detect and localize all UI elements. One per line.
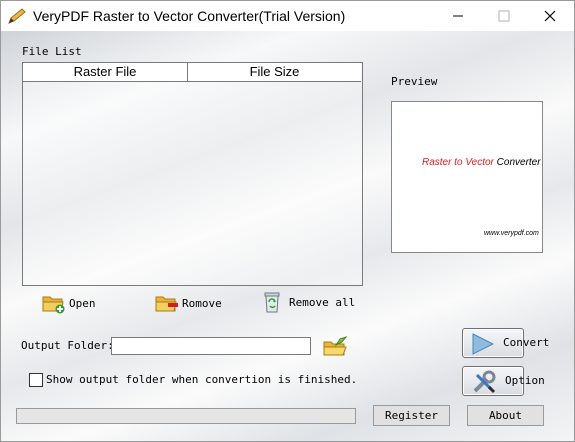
preview-url: www.verypdf.com bbox=[484, 230, 539, 237]
app-window: VeryPDF Raster to Vector Converter(Trial… bbox=[0, 0, 575, 442]
register-button[interactable]: Register bbox=[373, 405, 450, 426]
column-header-file-size[interactable]: File Size bbox=[188, 63, 361, 82]
preview-label: Preview bbox=[391, 75, 438, 88]
column-header-raster-file[interactable]: Raster File bbox=[23, 63, 188, 82]
about-button[interactable]: About bbox=[467, 405, 544, 426]
preview-caption-plain: Converter bbox=[496, 157, 541, 168]
convert-button[interactable]: Convert bbox=[462, 328, 549, 358]
browse-folder-button[interactable] bbox=[322, 335, 348, 361]
preview-caption-colored: Raster to Vector bbox=[422, 157, 494, 168]
tools-icon bbox=[473, 370, 496, 394]
remove-all-button[interactable]: Remove all bbox=[261, 290, 355, 314]
output-folder-input[interactable] bbox=[111, 337, 311, 355]
maximize-button[interactable] bbox=[481, 1, 527, 31]
minimize-icon bbox=[453, 15, 463, 17]
close-button[interactable] bbox=[527, 1, 573, 31]
remove-label: Romove bbox=[182, 296, 222, 310]
option-button[interactable]: Option bbox=[462, 366, 545, 396]
output-folder-label: Output Folder: bbox=[21, 339, 114, 352]
convert-play-icon bbox=[472, 333, 495, 355]
convert-label: Convert bbox=[503, 336, 550, 349]
minimize-button[interactable] bbox=[435, 1, 481, 31]
window-title: VeryPDF Raster to Vector Converter(Trial… bbox=[33, 8, 346, 24]
open-folder-icon bbox=[42, 296, 65, 314]
app-pen-icon bbox=[8, 8, 26, 24]
remove-folder-icon bbox=[155, 296, 178, 312]
recycle-bin-icon bbox=[264, 292, 280, 313]
title-bar: VeryPDF Raster to Vector Converter(Trial… bbox=[1, 1, 574, 31]
remove-button[interactable]: Romove bbox=[155, 292, 222, 314]
progress-bar bbox=[16, 408, 356, 424]
show-output-label: Show output folder when convertion is fi… bbox=[46, 373, 358, 386]
file-list-label: File List bbox=[22, 45, 82, 58]
browse-folder-icon bbox=[323, 335, 348, 356]
option-label: Option bbox=[505, 374, 545, 387]
open-button[interactable]: Open bbox=[42, 292, 96, 314]
close-icon bbox=[544, 10, 556, 22]
client-area: File List Raster File File Size Preview … bbox=[1, 31, 574, 441]
open-label: Open bbox=[69, 296, 96, 310]
preview-pane: Raster to Vector Converter www.verypdf.c… bbox=[391, 101, 543, 253]
preview-caption: Raster to Vector Converter bbox=[422, 157, 541, 168]
remove-all-label: Remove all bbox=[289, 295, 356, 309]
maximize-icon bbox=[498, 10, 510, 22]
show-output-checkbox[interactable] bbox=[29, 373, 43, 387]
file-list[interactable]: Raster File File Size bbox=[22, 62, 363, 286]
